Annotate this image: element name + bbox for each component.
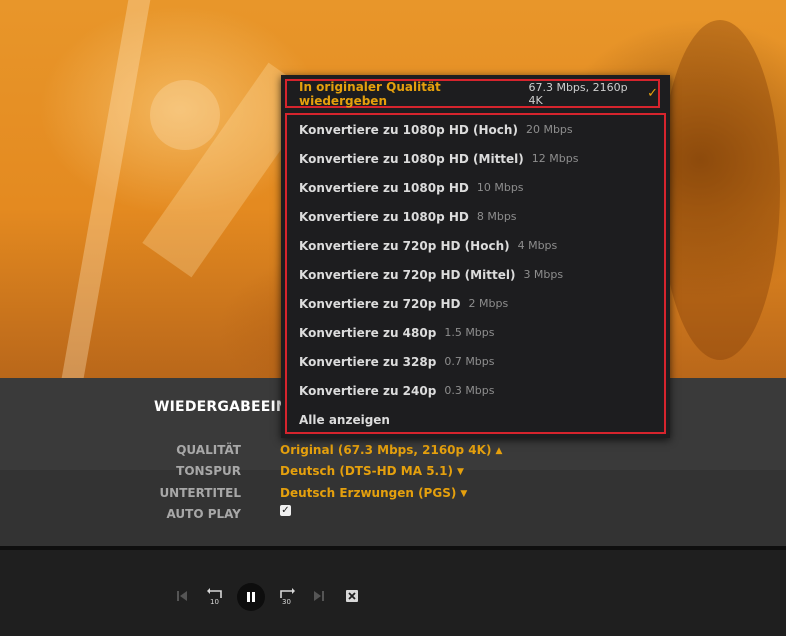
previous-track-icon: [177, 591, 187, 601]
option-bitrate: 8 Mbps: [476, 210, 517, 223]
original-quality-info: 67.3 Mbps, 2160p 4K: [528, 80, 628, 107]
option-label: Konvertiere zu 480p: [299, 325, 437, 340]
menu-item-quality-option[interactable]: Konvertiere zu 1080p HD 8 Mbps: [299, 202, 517, 231]
skip-forward-icon: 30: [280, 588, 295, 606]
option-bitrate: 1.5 Mbps: [444, 326, 495, 339]
menu-item-quality-option[interactable]: Konvertiere zu 720p HD (Mittel) 3 Mbps: [299, 260, 563, 289]
menu-item-quality-option[interactable]: Konvertiere zu 240p 0.3 Mbps: [299, 376, 495, 405]
skip-back-seconds: 10: [210, 598, 219, 606]
stop-button[interactable]: [343, 587, 361, 605]
subtitle-value: Deutsch Erzwungen (PGS): [280, 486, 457, 500]
quality-value: Original (67.3 Mbps, 2160p 4K): [280, 443, 492, 457]
skip-back-button[interactable]: 10: [204, 584, 228, 608]
quality-dropdown[interactable]: Original (67.3 Mbps, 2160p 4K) ▲: [280, 443, 502, 457]
pause-icon: [247, 592, 255, 602]
subtitle-dropdown[interactable]: Deutsch Erzwungen (PGS) ▼: [280, 486, 467, 500]
autoplay-checkbox[interactable]: ✓: [280, 505, 291, 516]
playback-settings-panel-lower: [0, 470, 786, 546]
quality-options-list: Konvertiere zu 1080p HD (Hoch) 20 Mbps Ko…: [285, 113, 666, 434]
option-bitrate: 0.7 Mbps: [444, 355, 495, 368]
menu-item-original-quality[interactable]: In originaler Qualität wiedergeben 67.3 …: [285, 79, 660, 108]
skip-back-icon: 10: [207, 588, 222, 606]
skip-forward-seconds: 30: [282, 598, 291, 606]
menu-item-quality-option[interactable]: Konvertiere zu 1080p HD (Hoch) 20 Mbps: [299, 115, 573, 144]
skip-forward-button[interactable]: 30: [274, 584, 298, 608]
caret-up-icon: ▲: [495, 446, 503, 456]
option-bitrate: 0.3 Mbps: [444, 384, 495, 397]
next-track-button[interactable]: [309, 586, 329, 606]
menu-item-quality-option[interactable]: Konvertiere zu 1080p HD 10 Mbps: [299, 173, 524, 202]
quality-menu: In originaler Qualität wiedergeben 67.3 …: [281, 75, 670, 438]
option-label: Konvertiere zu 720p HD: [299, 296, 461, 311]
next-track-icon: [314, 591, 324, 601]
settings-heading: WIEDERGABEEINS: [154, 399, 299, 415]
previous-track-button[interactable]: [172, 586, 192, 606]
quality-label: QUALITÄT: [176, 443, 241, 457]
option-label: Konvertiere zu 328p: [299, 354, 437, 369]
option-label: Konvertiere zu 720p HD (Hoch): [299, 238, 510, 253]
pause-button[interactable]: [237, 583, 265, 611]
caret-down-icon: ▼: [460, 489, 468, 499]
menu-item-show-all[interactable]: Alle anzeigen: [299, 405, 390, 434]
option-label: Konvertiere zu 1080p HD (Hoch): [299, 122, 518, 137]
autoplay-label: AUTO PLAY: [166, 507, 242, 521]
menu-item-quality-option[interactable]: Konvertiere zu 1080p HD (Mittel) 12 Mbps: [299, 144, 578, 173]
check-icon: ✓: [647, 86, 658, 101]
option-label: Konvertiere zu 1080p HD: [299, 180, 469, 195]
menu-item-quality-option[interactable]: Konvertiere zu 480p 1.5 Mbps: [299, 318, 495, 347]
option-label: Konvertiere zu 720p HD (Mittel): [299, 267, 516, 282]
stop-icon: [346, 590, 358, 602]
option-bitrate: 4 Mbps: [517, 239, 558, 252]
checkmark-icon: ✓: [281, 505, 290, 516]
option-label: Konvertiere zu 1080p HD: [299, 209, 469, 224]
audio-value: Deutsch (DTS-HD MA 5.1): [280, 464, 453, 478]
option-bitrate: 12 Mbps: [531, 152, 579, 165]
audio-label: TONSPUR: [176, 464, 241, 478]
show-all-label: Alle anzeigen: [299, 412, 390, 427]
caret-down-icon: ▼: [456, 467, 464, 477]
option-bitrate: 10 Mbps: [476, 181, 524, 194]
option-bitrate: 2 Mbps: [468, 297, 509, 310]
audio-dropdown[interactable]: Deutsch (DTS-HD MA 5.1) ▼: [280, 464, 464, 478]
option-label: Konvertiere zu 1080p HD (Mittel): [299, 151, 524, 166]
original-quality-label: In originaler Qualität wiedergeben: [299, 79, 441, 108]
menu-item-quality-option[interactable]: Konvertiere zu 720p HD 2 Mbps: [299, 289, 508, 318]
menu-item-quality-option[interactable]: Konvertiere zu 720p HD (Hoch) 4 Mbps: [299, 231, 557, 260]
option-bitrate: 20 Mbps: [525, 123, 573, 136]
option-bitrate: 3 Mbps: [523, 268, 564, 281]
menu-item-quality-option[interactable]: Konvertiere zu 328p 0.7 Mbps: [299, 347, 495, 376]
player-controls-bar: 10 30: [0, 550, 786, 636]
option-label: Konvertiere zu 240p: [299, 383, 437, 398]
subtitle-label: UNTERTITEL: [159, 486, 241, 500]
